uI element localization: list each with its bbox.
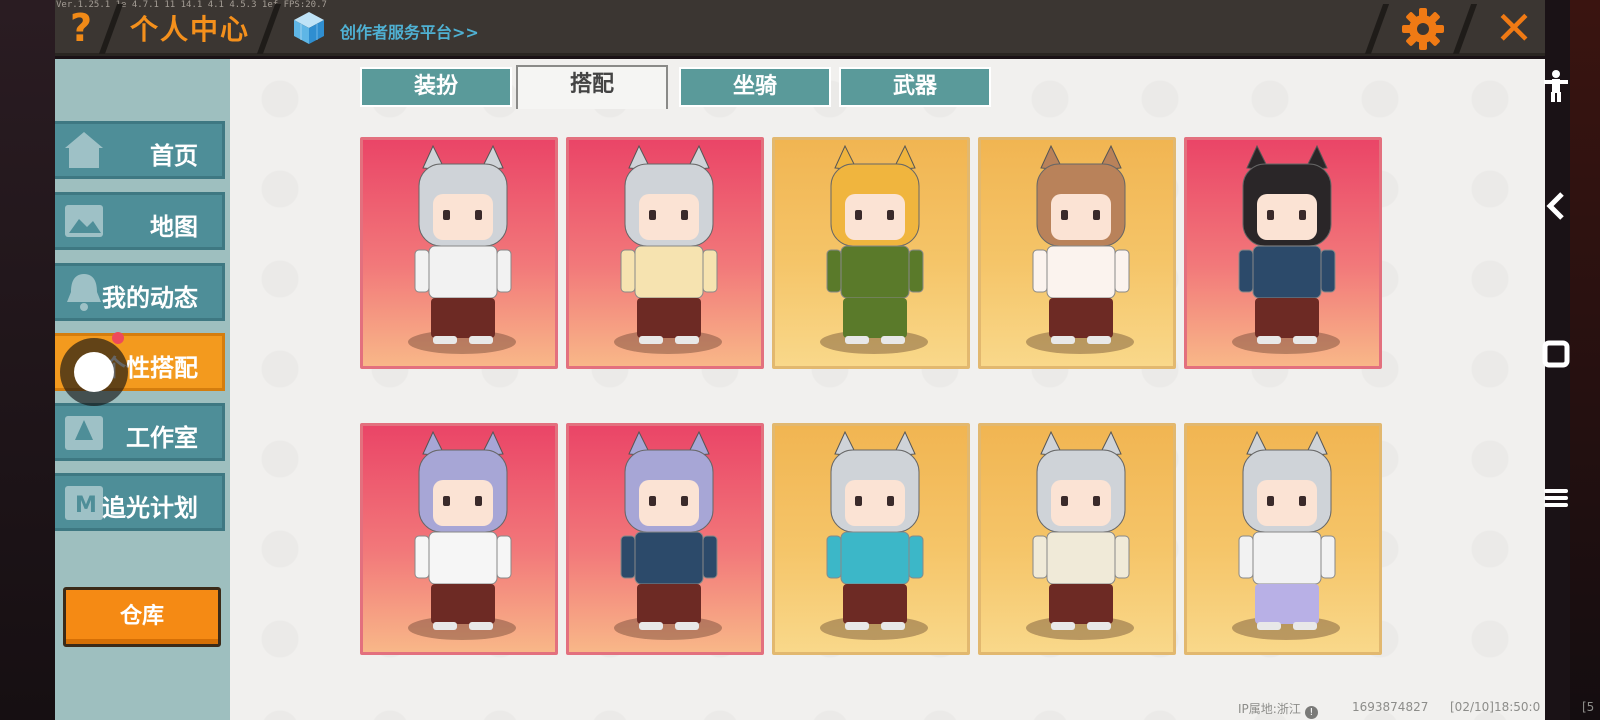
outfit-card[interactable] <box>978 137 1176 369</box>
sidebar-item-dynamics[interactable]: 我的动态 <box>55 263 225 321</box>
sidebar-item-label: 工作室 <box>126 424 198 452</box>
avatar-figure <box>1238 430 1336 630</box>
footer-extra: [5 <box>1582 700 1595 714</box>
studio-icon <box>65 416 103 450</box>
close-icon: ✕ <box>1494 1 1534 55</box>
sidebar-item-label: 我的动态 <box>102 284 198 312</box>
notification-dot <box>112 332 124 344</box>
user-id: 1693874827 <box>1352 700 1429 714</box>
info-icon[interactable]: ! <box>1304 706 1318 719</box>
sidebar-item-studio[interactable]: 工作室 <box>55 403 225 461</box>
outfit-card[interactable] <box>1184 423 1382 655</box>
help-button[interactable]: ? <box>60 6 102 50</box>
map-icon <box>65 205 103 237</box>
svg-text:M: M <box>75 493 97 518</box>
main-panel: 装扮 搭配 坐骑 武器 <box>230 59 1545 720</box>
outfit-card[interactable] <box>978 423 1176 655</box>
ip-location: IP属地:浙江! <box>1238 700 1318 719</box>
question-icon: ? <box>69 6 93 50</box>
avatar-figure <box>826 144 924 344</box>
creator-platform-link[interactable]: 创作者服务平台>> <box>340 19 479 43</box>
light-plan-icon: M <box>65 486 103 520</box>
avatar-figure <box>826 430 924 630</box>
home-square-icon[interactable] <box>1536 334 1576 374</box>
sidebar-item-label: 首页 <box>150 142 198 170</box>
outfit-card[interactable] <box>360 137 558 369</box>
outfit-card[interactable] <box>772 137 970 369</box>
home-icon <box>65 132 103 168</box>
warehouse-button[interactable]: 仓库 <box>63 587 221 647</box>
menu-icon[interactable] <box>1536 478 1576 518</box>
sidebar-item-light-plan[interactable]: M 追光计划 <box>55 473 225 531</box>
back-arrow-icon[interactable] <box>1536 186 1576 226</box>
close-button[interactable]: ✕ <box>1490 4 1538 52</box>
avatar-figure <box>620 430 718 630</box>
game-background-left <box>0 0 55 720</box>
avatar-figure <box>620 144 718 344</box>
sidebar-item-home[interactable]: 首页 <box>55 121 225 179</box>
outfit-card[interactable] <box>360 423 558 655</box>
sidebar-item-label: 地图 <box>150 213 198 241</box>
tab-outfit-match[interactable]: 搭配 <box>516 65 668 109</box>
timestamp: [02/10]18:50:0 <box>1450 700 1541 714</box>
outfit-card[interactable] <box>772 423 970 655</box>
outfit-card[interactable] <box>566 423 764 655</box>
page-title: 个人中心 <box>130 13 251 46</box>
tab-mount[interactable]: 坐骑 <box>679 67 831 107</box>
outfit-card[interactable] <box>1184 137 1382 369</box>
tab-dress-up[interactable]: 装扮 <box>360 67 512 107</box>
settings-button[interactable] <box>1400 6 1446 52</box>
sidebar-item-map[interactable]: 地图 <box>55 192 225 250</box>
accessibility-icon[interactable] <box>1536 66 1576 106</box>
avatar-figure <box>1032 144 1130 344</box>
avatar-figure <box>414 144 512 344</box>
cube-icon[interactable] <box>292 10 326 46</box>
screen: Ver.1.25.1 1e 4.7.1 11 14.1 4.1 4.5.3 1e… <box>0 0 1600 720</box>
avatar-figure <box>1238 144 1336 344</box>
outfit-card[interactable] <box>566 137 764 369</box>
tab-weapon[interactable]: 武器 <box>839 67 991 107</box>
sidebar-item-label: 追光计划 <box>102 494 198 522</box>
avatar-figure <box>414 430 512 630</box>
floating-assistive-ball[interactable] <box>60 338 128 406</box>
avatar-figure <box>1032 430 1130 630</box>
bell-icon <box>67 274 101 311</box>
